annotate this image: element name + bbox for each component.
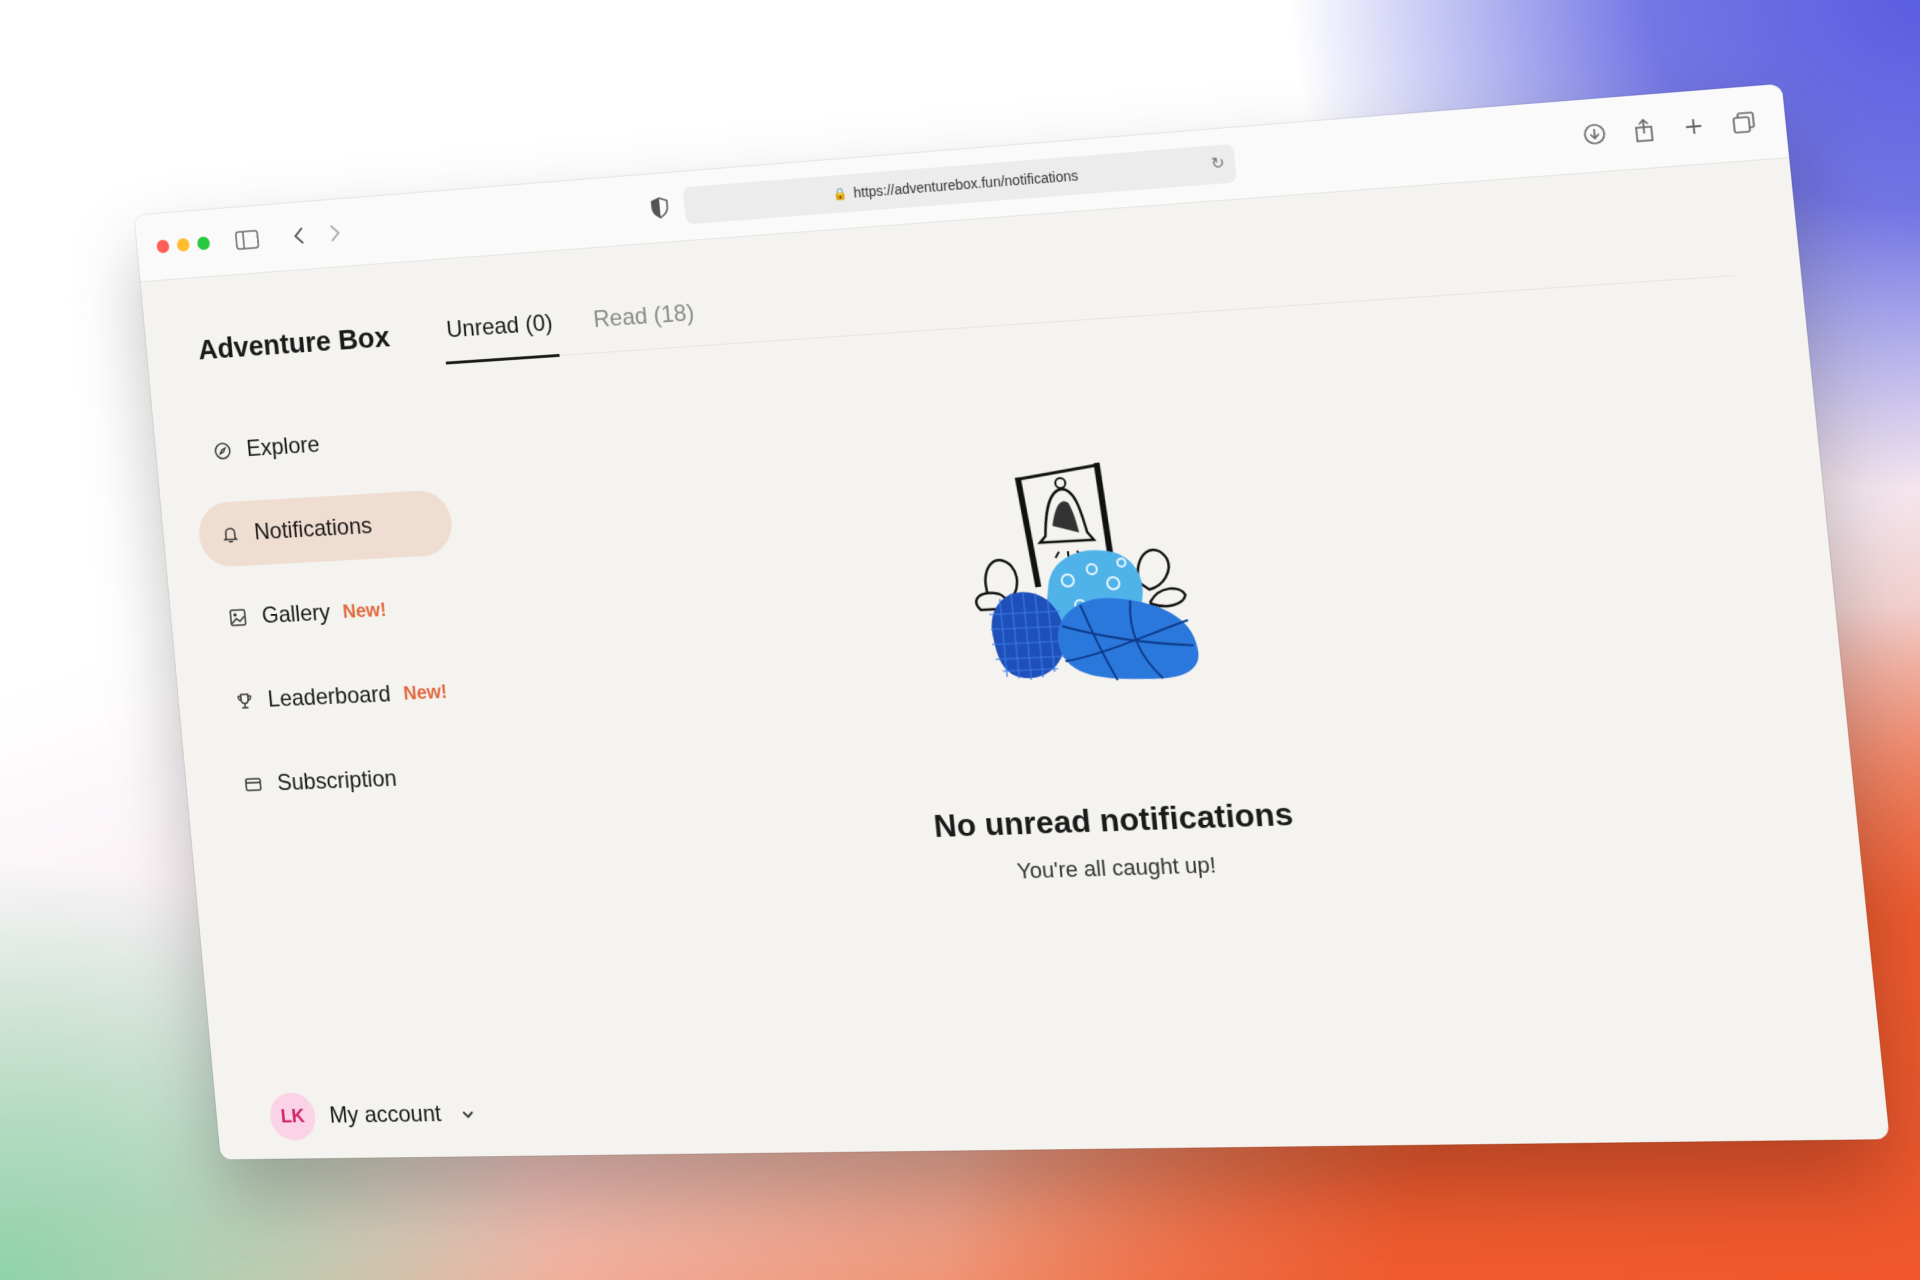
close-window-button[interactable]	[156, 239, 170, 254]
account-label: My account	[328, 1100, 443, 1129]
toolbar-actions	[1578, 107, 1760, 150]
chevron-down-icon	[460, 1105, 475, 1124]
maximize-window-button[interactable]	[196, 236, 211, 251]
sidebar-item-label: Subscription	[276, 765, 398, 796]
new-badge: New!	[402, 680, 449, 705]
sidebar-item-label: Explore	[245, 431, 321, 462]
window-controls	[156, 236, 211, 254]
shield-icon[interactable]	[645, 193, 674, 222]
tabs-overview-icon[interactable]	[1727, 107, 1761, 139]
sidebar-item-subscription[interactable]: Subscription	[219, 743, 478, 818]
sidebar-item-label: Gallery	[260, 599, 332, 629]
lock-icon: 🔒	[832, 186, 849, 202]
new-tab-icon[interactable]	[1677, 111, 1710, 143]
sidebar-item-explore[interactable]: Explore	[189, 405, 447, 486]
bell-illustration	[946, 436, 1201, 710]
forward-icon[interactable]	[321, 219, 349, 248]
url-text: https://adventurebox.fun/notifications	[852, 167, 1079, 201]
tab-unread[interactable]: Unread (0)	[440, 297, 560, 365]
browser-window: 🔒 https://adventurebox.fun/notifications…	[134, 83, 1890, 1160]
avatar: LK	[268, 1092, 318, 1141]
sidebar-item-label: Leaderboard	[266, 681, 392, 713]
download-icon[interactable]	[1578, 119, 1611, 150]
brand-title[interactable]: Adventure Box	[197, 321, 391, 367]
card-icon	[241, 775, 266, 795]
sidebar-item-gallery[interactable]: Gallery New!	[204, 574, 463, 652]
minimize-window-button[interactable]	[176, 237, 191, 252]
empty-state: No unread notifications You're all caugh…	[457, 404, 1795, 900]
reload-icon[interactable]: ↻	[1210, 153, 1226, 174]
account-menu[interactable]: LK My account	[268, 1090, 476, 1141]
empty-state-title: No unread notifications	[932, 795, 1295, 845]
sidebar-item-notifications[interactable]: Notifications	[196, 489, 455, 569]
app-content: Adventure Box Unread (0) Read (18) Explo…	[141, 158, 1890, 1159]
sidebar-item-label: Notifications	[253, 512, 374, 546]
share-icon[interactable]	[1627, 115, 1660, 146]
image-icon	[226, 608, 251, 628]
back-icon[interactable]	[285, 222, 313, 251]
tab-read[interactable]: Read (18)	[587, 288, 701, 353]
sidebar-item-leaderboard[interactable]: Leaderboard New!	[212, 658, 471, 734]
empty-state-subtitle: You're all caught up!	[1015, 852, 1218, 884]
sidebar-nav: Explore Notifications Gallery New! Leade…	[189, 405, 480, 837]
compass-icon	[210, 441, 235, 461]
trophy-icon	[233, 691, 256, 711]
sidebar-icon[interactable]	[233, 226, 260, 254]
bell-icon	[218, 524, 243, 544]
new-badge: New!	[341, 599, 388, 623]
